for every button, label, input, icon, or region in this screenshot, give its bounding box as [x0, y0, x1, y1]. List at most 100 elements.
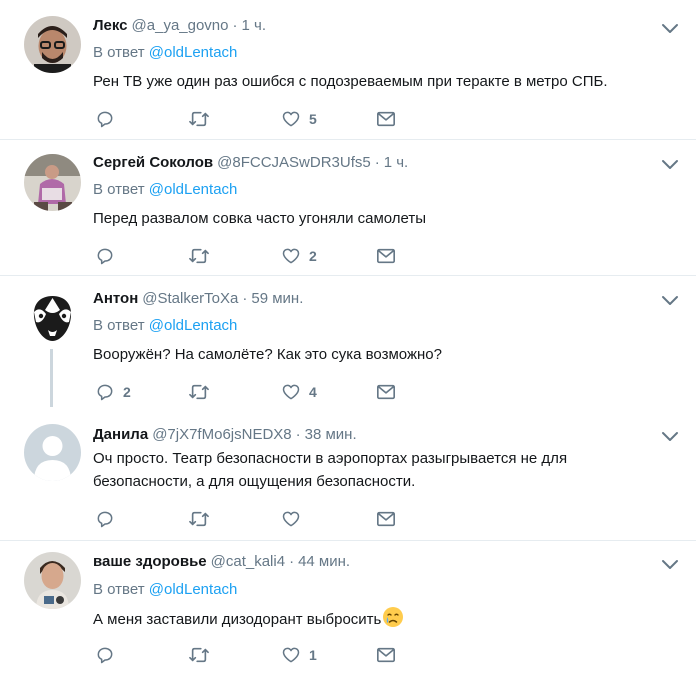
thread-connector: [50, 349, 53, 407]
like-button[interactable]: [281, 507, 309, 531]
separator-dot: ·: [232, 17, 238, 34]
reply-context: В ответ @oldLentach: [93, 180, 237, 200]
reply-prefix: В ответ: [93, 317, 145, 334]
reply-button[interactable]: [95, 507, 123, 531]
tweet[interactable]: Лекс @a_ya_govno · 1 ч. В ответ @oldLentach…: [0, 0, 696, 139]
author-handle[interactable]: @cat_kali4: [211, 553, 285, 570]
tweet-header: Данила @7jX7fMo6jsNEDX8 · 38 мин.: [93, 425, 357, 445]
reply-prefix: В ответ: [93, 581, 145, 598]
heart-icon: [282, 111, 300, 127]
like-button[interactable]: 2: [281, 244, 317, 268]
avatar[interactable]: [24, 16, 81, 73]
author-handle[interactable]: @7jX7fMo6jsNEDX8: [152, 426, 291, 443]
separator-dot: ·: [289, 553, 295, 570]
timestamp[interactable]: 38 мин.: [305, 426, 357, 443]
tweet[interactable]: Данила @7jX7fMo6jsNEDX8 · 38 мин. Оч просто…: [0, 410, 696, 540]
retweet-button[interactable]: [188, 107, 218, 131]
reply-count: 2: [123, 384, 131, 400]
tweet[interactable]: Антон @StalkerToXa · 59 мин. В ответ @oldLe…: [0, 276, 696, 410]
retweet-button[interactable]: [188, 643, 218, 667]
like-count: 2: [309, 248, 317, 264]
author-handle[interactable]: @a_ya_govno: [132, 17, 229, 34]
tweet-text: Перед развалом совка часто угоняли самол…: [93, 210, 427, 227]
reply-button[interactable]: [95, 107, 123, 131]
reply-prefix: В ответ: [93, 181, 145, 198]
tweet-header: Антон @StalkerToXa · 59 мин.: [93, 289, 303, 309]
heart-icon: [282, 647, 300, 663]
crying-face-emoji: [383, 607, 404, 627]
retweet-icon: [189, 248, 209, 264]
reply-button[interactable]: [95, 244, 123, 268]
mention-link[interactable]: @oldLentach: [149, 317, 238, 334]
separator-dot: ·: [374, 154, 380, 171]
tweet-text: Рен ТВ уже один раз ошибся с подозреваем…: [93, 73, 608, 90]
mention-link[interactable]: @oldLentach: [149, 181, 238, 198]
reply-icon: [97, 511, 113, 528]
envelope-icon: [377, 248, 395, 264]
retweet-button[interactable]: [188, 507, 218, 531]
retweet-icon: [189, 384, 209, 400]
separator-dot: ·: [242, 290, 248, 307]
author-name[interactable]: Данила: [93, 426, 148, 443]
like-button[interactable]: 1: [281, 643, 317, 667]
reply-icon: [97, 248, 113, 265]
avatar[interactable]: [24, 552, 81, 609]
envelope-icon: [377, 111, 395, 127]
like-count: 1: [309, 647, 317, 663]
chevron-down-icon[interactable]: [659, 17, 681, 39]
retweet-icon: [189, 111, 209, 127]
avatar[interactable]: [24, 424, 81, 481]
dm-button[interactable]: [375, 643, 397, 667]
heart-icon: [282, 248, 300, 264]
dm-button[interactable]: [375, 107, 397, 131]
avatar[interactable]: [24, 290, 81, 347]
chevron-down-icon[interactable]: [659, 153, 681, 175]
author-name[interactable]: Антон: [93, 290, 138, 307]
reply-button[interactable]: [95, 643, 123, 667]
timestamp[interactable]: 1 ч.: [242, 17, 267, 34]
mention-link[interactable]: @oldLentach: [149, 581, 238, 598]
author-name[interactable]: ваше здоровье: [93, 553, 207, 570]
avatar[interactable]: [24, 154, 81, 211]
timestamp[interactable]: 44 мин.: [298, 553, 350, 570]
mention-link[interactable]: @oldLentach: [149, 44, 238, 61]
like-button[interactable]: 4: [281, 380, 317, 404]
tweet[interactable]: Сергей Соколов @8FCCJASwDR3Ufs5 · 1 ч. В от…: [0, 140, 696, 275]
reply-icon: [97, 111, 113, 128]
chevron-down-icon[interactable]: [659, 553, 681, 575]
reply-button[interactable]: 2: [95, 380, 131, 404]
dm-button[interactable]: [375, 244, 397, 268]
heart-icon: [282, 384, 300, 400]
tweet-actions: 1: [93, 643, 413, 667]
envelope-icon: [377, 384, 395, 400]
chevron-down-icon[interactable]: [659, 425, 681, 447]
author-handle[interactable]: @8FCCJASwDR3Ufs5: [217, 154, 371, 171]
tweet-text: Вооружён? На самолёте? Как это сука возм…: [93, 346, 442, 363]
separator-dot: ·: [295, 426, 301, 443]
heart-icon: [282, 511, 300, 527]
chevron-down-icon[interactable]: [659, 289, 681, 311]
retweet-icon: [189, 647, 209, 663]
timestamp[interactable]: 59 мин.: [251, 290, 303, 307]
retweet-button[interactable]: [188, 380, 218, 404]
dm-button[interactable]: [375, 380, 397, 404]
dm-button[interactable]: [375, 507, 397, 531]
author-handle[interactable]: @StalkerToXa: [142, 290, 238, 307]
retweet-icon: [189, 511, 209, 527]
retweet-button[interactable]: [188, 244, 218, 268]
author-name[interactable]: Сергей Соколов: [93, 154, 213, 171]
tweet-actions: 2: [93, 244, 413, 268]
reply-context: В ответ @oldLentach: [93, 580, 237, 600]
tweet-text: А меня заставили дизодорант выбросить: [93, 611, 382, 628]
tweet-header: Сергей Соколов @8FCCJASwDR3Ufs5 · 1 ч.: [93, 153, 408, 173]
tweet-header: ваше здоровье @cat_kali4 · 44 мин.: [93, 552, 350, 572]
tweet-actions: [93, 507, 413, 531]
like-button[interactable]: 5: [281, 107, 317, 131]
tweet[interactable]: ваше здоровье @cat_kali4 · 44 мин. В ответ …: [0, 541, 696, 680]
reply-context: В ответ @oldLentach: [93, 43, 237, 63]
timestamp[interactable]: 1 ч.: [384, 154, 409, 171]
envelope-icon: [377, 511, 395, 527]
author-name[interactable]: Лекс: [93, 17, 128, 34]
tweet-actions: 5: [93, 107, 413, 131]
like-count: 4: [309, 384, 317, 400]
